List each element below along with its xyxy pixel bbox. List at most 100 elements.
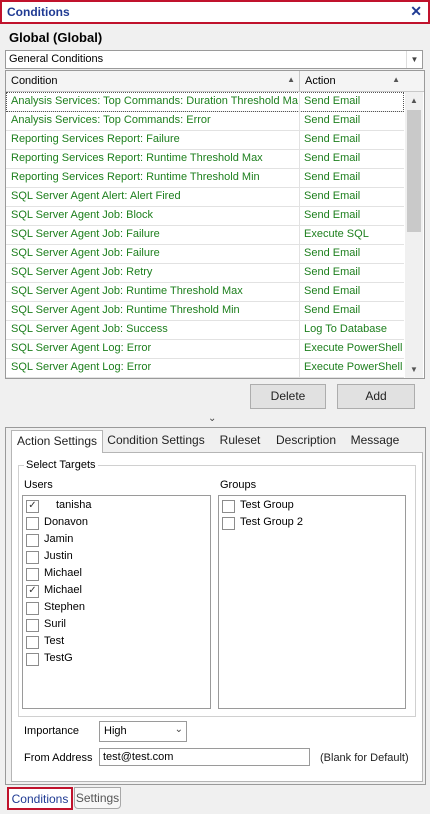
checkbox-label[interactable]: TestG xyxy=(44,652,73,664)
splitter-chevron-icon[interactable]: ⌄ xyxy=(208,413,216,424)
from-address-hint: (Blank for Default) xyxy=(320,752,409,764)
cell-divider xyxy=(299,263,300,282)
checkbox[interactable] xyxy=(26,568,39,581)
checkbox[interactable] xyxy=(26,534,39,547)
table-row[interactable]: Analysis Services: Top Commands: Duratio… xyxy=(6,92,404,112)
conditions-grid: Condition ▲ Action ▲ Analysis Services: … xyxy=(5,70,425,379)
sort-up-icon: ▲ xyxy=(287,75,295,84)
column-header-condition[interactable]: Condition ▲ xyxy=(6,71,300,92)
importance-value: High xyxy=(104,725,127,737)
condition-cell: SQL Server Agent Job: Failure xyxy=(11,247,160,259)
condition-cell: SQL Server Agent Job: Runtime Threshold … xyxy=(11,304,240,316)
checkbox[interactable] xyxy=(26,619,39,632)
tab-ruleset[interactable]: Ruleset xyxy=(214,430,266,450)
condition-cell: SQL Server Agent Log: Error xyxy=(11,342,152,354)
table-row[interactable]: SQL Server Agent Job: Success Log To Data… xyxy=(6,320,404,340)
vertical-scrollbar[interactable]: ▲ ▼ xyxy=(405,92,423,378)
checkbox[interactable] xyxy=(26,517,39,530)
select-targets-legend: Select Targets xyxy=(24,459,98,471)
action-cell: Execute PowerShell xyxy=(304,342,402,354)
scroll-thumb[interactable] xyxy=(407,110,421,232)
checkbox-label[interactable]: Jamin xyxy=(44,533,73,545)
condition-cell: Analysis Services: Top Commands: Duratio… xyxy=(11,95,298,107)
action-cell: Send Email xyxy=(304,266,361,278)
table-row[interactable]: Analysis Services: Top Commands: Error Se… xyxy=(6,111,404,131)
checkbox-label[interactable]: tanisha xyxy=(56,499,91,511)
users-list: ✓ tanisha Donavon Jamin Justin Michael ✓ Michae… xyxy=(22,495,211,709)
condition-cell: Reporting Services Report: Runtime Thres… xyxy=(11,171,260,183)
sort-up-icon: ▲ xyxy=(392,75,400,84)
action-cell: Log To Database xyxy=(304,323,387,335)
table-row[interactable]: Reporting Services Report: Runtime Thres… xyxy=(6,149,404,169)
scroll-down-icon[interactable]: ▼ xyxy=(405,361,423,378)
checkbox-checked[interactable]: ✓ xyxy=(26,585,39,598)
checkbox-checked[interactable]: ✓ xyxy=(26,500,39,513)
groups-label: Groups xyxy=(220,479,257,491)
checkbox[interactable] xyxy=(222,517,235,530)
column-header-action[interactable]: Action ▲ xyxy=(300,71,404,92)
checkbox-label[interactable]: Test Group xyxy=(240,499,294,511)
checkbox[interactable] xyxy=(26,551,39,564)
checkbox-label[interactable]: Stephen xyxy=(44,601,85,613)
conditions-combo-value: General Conditions xyxy=(9,53,104,65)
cell-divider xyxy=(299,149,300,168)
users-label: Users xyxy=(24,479,53,491)
table-row[interactable]: Reporting Services Report: Runtime Thres… xyxy=(6,168,404,188)
add-button[interactable]: Add xyxy=(337,384,415,409)
column-header-label: Action xyxy=(305,75,336,87)
condition-cell: Reporting Services Report: Failure xyxy=(11,133,180,145)
table-row[interactable]: SQL Server Agent Log: Error Execute Power… xyxy=(6,358,404,378)
tab-message[interactable]: Message xyxy=(346,430,404,450)
chevron-down-icon: ⌄ xyxy=(174,724,183,735)
cell-divider xyxy=(299,339,300,358)
tab-description[interactable]: Description xyxy=(273,430,339,450)
from-address-label: From Address xyxy=(24,752,93,764)
checkbox[interactable] xyxy=(26,653,39,666)
condition-cell: SQL Server Agent Job: Success xyxy=(11,323,168,335)
cell-divider xyxy=(299,187,300,206)
conditions-combo[interactable]: General Conditions ▼ xyxy=(5,50,423,69)
table-row[interactable]: SQL Server Agent Alert: Alert Fired Send … xyxy=(6,187,404,207)
cell-divider xyxy=(299,111,300,130)
checkbox-label[interactable]: Donavon xyxy=(44,516,88,528)
scroll-up-icon[interactable]: ▲ xyxy=(405,92,423,109)
cell-divider xyxy=(299,130,300,149)
checkbox-label[interactable]: Michael xyxy=(44,567,82,579)
checkbox-label[interactable]: Test xyxy=(44,635,64,647)
checkbox[interactable] xyxy=(222,500,235,513)
table-row[interactable]: SQL Server Agent Job: Retry Send Email xyxy=(6,263,404,283)
checkbox-label[interactable]: Test Group 2 xyxy=(240,516,303,528)
cell-divider xyxy=(299,206,300,225)
action-cell: Send Email xyxy=(304,304,361,316)
scope-label: Global (Global) xyxy=(9,30,103,45)
checkbox[interactable] xyxy=(26,636,39,649)
table-row[interactable]: SQL Server Agent Job: Block Send Email xyxy=(6,206,404,226)
importance-select[interactable]: High ⌄ xyxy=(99,721,187,742)
condition-cell: Reporting Services Report: Runtime Thres… xyxy=(11,152,263,164)
condition-cell: SQL Server Agent Job: Retry xyxy=(11,266,153,278)
checkbox-label[interactable]: Suril xyxy=(44,618,66,630)
close-icon[interactable]: ✕ xyxy=(410,3,422,20)
action-cell: Send Email xyxy=(304,114,361,126)
cell-divider xyxy=(299,282,300,301)
checkbox[interactable] xyxy=(26,602,39,615)
table-row[interactable]: SQL Server Agent Job: Runtime Threshold … xyxy=(6,282,404,302)
tab-condition-settings[interactable]: Condition Settings xyxy=(107,430,205,450)
action-cell: Send Email xyxy=(304,247,361,259)
checkbox-label[interactable]: Justin xyxy=(44,550,73,562)
bottom-tab-conditions[interactable]: Conditions xyxy=(7,787,73,810)
delete-button[interactable]: Delete xyxy=(250,384,326,409)
from-address-input[interactable] xyxy=(99,748,310,766)
action-cell: Execute PowerShell xyxy=(304,361,402,373)
tab-action-settings[interactable]: Action Settings xyxy=(11,430,103,453)
table-row[interactable]: SQL Server Agent Job: Runtime Threshold … xyxy=(6,301,404,321)
action-cell: Send Email xyxy=(304,95,361,107)
table-row[interactable]: Reporting Services Report: Failure Send E… xyxy=(6,130,404,150)
table-row[interactable]: SQL Server Agent Log: Error Execute Power… xyxy=(6,339,404,359)
condition-cell: SQL Server Agent Job: Block xyxy=(11,209,154,221)
table-row[interactable]: SQL Server Agent Job: Failure Execute SQL xyxy=(6,225,404,245)
checkbox-label[interactable]: Michael xyxy=(44,584,82,596)
bottom-tab-settings[interactable]: Settings xyxy=(74,787,121,809)
chevron-down-icon[interactable]: ▼ xyxy=(406,51,422,68)
table-row[interactable]: SQL Server Agent Job: Failure Send Email xyxy=(6,244,404,264)
